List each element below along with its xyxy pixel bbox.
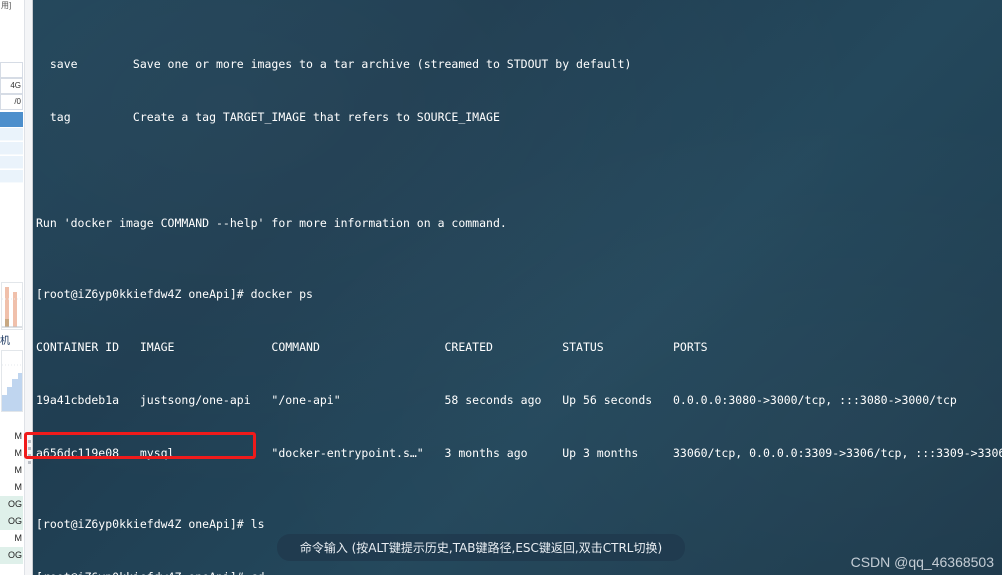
panel-selected-row[interactable] xyxy=(0,112,23,127)
mini-bar-chart-icon xyxy=(2,283,22,329)
panel-list-row[interactable] xyxy=(0,170,23,183)
panel-cn-label: 机 xyxy=(0,336,10,347)
panel-divider[interactable] xyxy=(24,0,33,575)
terminal-output: save Save one or more images to a tar ar… xyxy=(33,0,1002,575)
mini-area-chart-icon xyxy=(2,351,22,411)
panel-mini-chart-upper xyxy=(1,282,23,330)
panel-stat-box xyxy=(0,62,23,78)
terminal-command-line: [root@iZ6yp0kkiefdw4Z oneApi]# ls xyxy=(36,516,1002,534)
terminal-command-line: [root@iZ6yp0kkiefdw4Z oneApi]# docker ps xyxy=(36,286,1002,304)
panel-stat-box: 4G xyxy=(0,78,23,94)
shell-prompt: [root@iZ6yp0kkiefdw4Z oneApi]# xyxy=(36,570,251,575)
left-side-panel: 用] 4G /0 机 M M M M OG OG M OG xyxy=(0,0,24,575)
terminal-window[interactable]: save Save one or more images to a tar ar… xyxy=(33,0,1002,575)
shell-prompt: [root@iZ6yp0kkiefdw4Z oneApi]# xyxy=(36,517,251,532)
panel-list-row[interactable] xyxy=(0,156,23,169)
panel-list-row[interactable] xyxy=(0,128,23,141)
docker-ps-row: 19a41cbdeb1a justsong/one-api "/one-api"… xyxy=(36,393,1002,408)
app-root: 用] 4G /0 机 M M M M OG OG M OG save Save … xyxy=(0,0,1002,575)
divider-grip-dot xyxy=(28,447,31,450)
command-text: docker ps xyxy=(250,287,313,302)
divider-grip-dot xyxy=(28,440,31,443)
panel-unit-value: OG xyxy=(0,496,23,513)
panel-unit-value: OG xyxy=(0,513,23,530)
panel-list-row[interactable] xyxy=(0,142,23,155)
panel-unit-value: M xyxy=(14,431,23,441)
panel-unit-value: M xyxy=(14,482,23,492)
panel-unit-value: M xyxy=(14,448,23,458)
command-text: cd .. xyxy=(251,570,286,575)
docker-ps-header: CONTAINER ID IMAGE COMMAND CREATED STATU… xyxy=(36,340,1002,355)
command-input-bar[interactable]: 命令输入 (按ALT键提示历史,TAB键路径,ESC键返回,双击CTRL切换) xyxy=(277,534,685,561)
terminal-line: tag Create a tag TARGET_IMAGE that refer… xyxy=(36,110,500,125)
panel-stat-box: /0 xyxy=(0,94,23,110)
panel-mini-chart-lower xyxy=(1,350,23,412)
divider-grip-dot xyxy=(28,461,31,464)
panel-unit-value: M xyxy=(14,465,23,475)
csdn-watermark: CSDN @qq_46368503 xyxy=(850,554,994,570)
shell-prompt: [root@iZ6yp0kkiefdw4Z oneApi]# xyxy=(36,287,251,302)
terminal-line: Run 'docker image COMMAND --help' for mo… xyxy=(36,216,507,231)
divider-grip-dot xyxy=(28,454,31,457)
panel-top-fragment: 用] xyxy=(1,1,12,10)
terminal-line: save Save one or more images to a tar ar… xyxy=(36,57,632,72)
docker-ps-row: a656dc119e08 mysql "docker-entrypoint.s…… xyxy=(36,446,1002,461)
terminal-command-line: [root@iZ6yp0kkiefdw4Z oneApi]# cd .. xyxy=(36,569,1002,575)
panel-unit-value: M xyxy=(14,533,23,543)
command-text: ls xyxy=(250,517,265,532)
panel-unit-value: OG xyxy=(0,547,23,564)
command-input-hint: 命令输入 (按ALT键提示历史,TAB键路径,ESC键返回,双击CTRL切换) xyxy=(299,541,663,555)
